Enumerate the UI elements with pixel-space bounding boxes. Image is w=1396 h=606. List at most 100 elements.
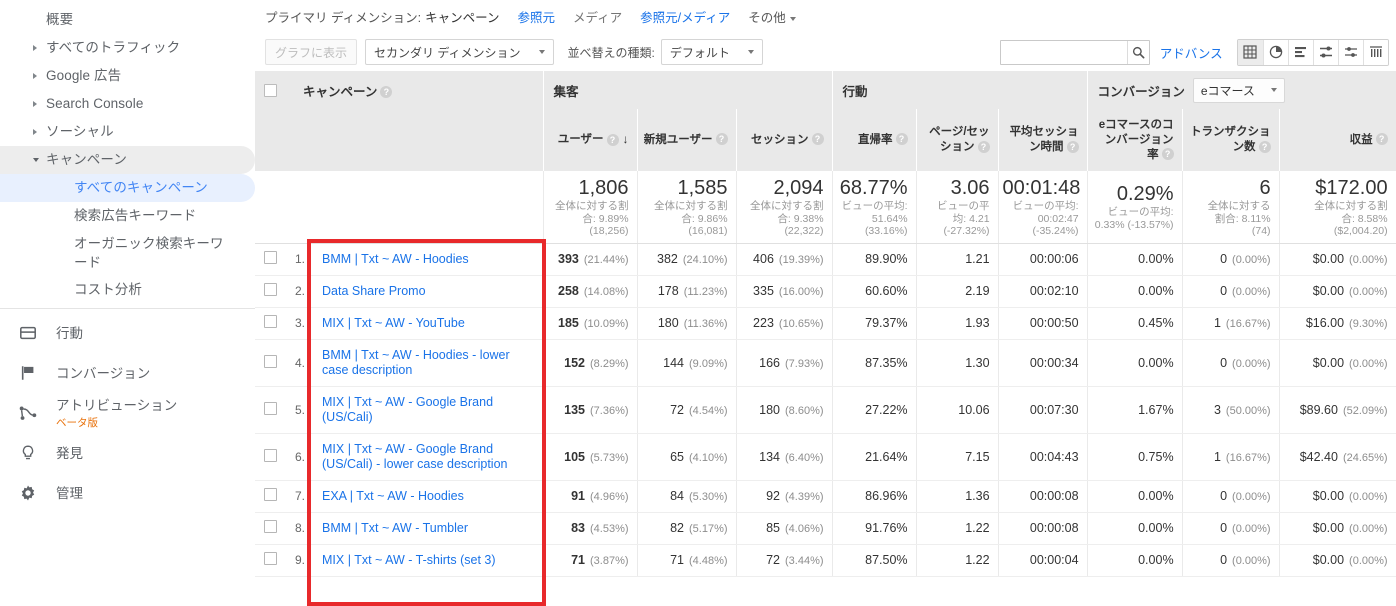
sidebar-item-4[interactable]: ソーシャル — [0, 118, 255, 146]
help-icon[interactable]: ? — [1258, 140, 1271, 153]
table-row[interactable]: 3. MIX | Txt ~ AW - YouTube 185 (10.09%) 180… — [255, 307, 1396, 340]
campaign-link[interactable]: Data Share Promo — [322, 284, 426, 298]
cell-avg-session-duration: 00:00:50 — [998, 307, 1088, 340]
column-header-transactions[interactable]: トランザクション数? — [1182, 109, 1280, 171]
column-header-sessions[interactable]: セッション? — [736, 109, 833, 171]
row-checkbox-cell[interactable] — [255, 339, 285, 387]
search-button[interactable] — [1127, 40, 1149, 64]
help-icon[interactable]: ? — [606, 133, 619, 146]
row-checkbox-cell[interactable] — [255, 307, 285, 340]
secondary-dimension-button[interactable]: セカンダリ ディメンション — [365, 39, 554, 65]
sidebar-section-1[interactable]: コンバージョン — [0, 353, 255, 393]
sidebar-item-5[interactable]: キャンペーン — [0, 146, 255, 174]
dimension-link-source[interactable]: 参照元 — [517, 7, 555, 26]
select-all-checkbox[interactable] — [263, 83, 277, 97]
help-icon[interactable]: ? — [1375, 133, 1388, 146]
sidebar-section-0[interactable]: 行動 — [0, 313, 255, 353]
row-checkbox[interactable] — [263, 552, 277, 565]
column-header-new-users[interactable]: 新規ユーザー? — [637, 109, 737, 171]
row-checkbox[interactable] — [263, 354, 277, 368]
sidebar-section-3[interactable]: 発見 — [0, 433, 255, 473]
pivot-icon[interactable] — [1337, 39, 1363, 65]
campaign-name-cell[interactable]: MIX | Txt ~ AW - T-shirts (set 3) — [310, 544, 544, 577]
help-icon[interactable]: ? — [1161, 148, 1174, 161]
row-checkbox[interactable] — [263, 448, 277, 462]
dimension-link-source-medium[interactable]: 参照元/メディア — [640, 7, 730, 26]
column-header-ecommerce-conversion-rate[interactable]: eコマースのコンバージョン率? — [1087, 109, 1183, 171]
campaign-link[interactable]: EXA | Txt ~ AW - Hoodies — [322, 489, 464, 503]
sidebar-item-3[interactable]: Search Console — [0, 90, 255, 118]
sidebar-item-9[interactable]: コスト分析 — [0, 276, 255, 304]
table-row[interactable]: 2. Data Share Promo 258 (14.08%) 178 (11.23%)… — [255, 275, 1396, 308]
campaign-link[interactable]: MIX | Txt ~ AW - Google Brand (US/Cali) … — [322, 442, 507, 471]
dimension-link-other[interactable]: その他 — [748, 7, 796, 26]
table-row[interactable]: 4. BMM | Txt ~ AW - Hoodies - lower case … — [255, 339, 1396, 387]
help-icon[interactable]: ? — [1066, 140, 1079, 153]
column-header-revenue[interactable]: 収益? — [1279, 109, 1396, 171]
row-checkbox[interactable] — [263, 488, 277, 501]
comparison-icon[interactable] — [1312, 39, 1338, 65]
sidebar-item-8[interactable]: オーガニック検索キーワード — [0, 230, 255, 276]
column-header-pages-per-session[interactable]: ページ/セッション? — [916, 109, 999, 171]
row-checkbox[interactable] — [263, 283, 277, 296]
sidebar-section-2[interactable]: アトリビューション ベータ版 — [0, 393, 255, 433]
table-row[interactable]: 6. MIX | Txt ~ AW - Google Brand (US/Cali… — [255, 433, 1396, 481]
sidebar-item-0[interactable]: 概要 — [0, 6, 255, 34]
pie-chart-icon[interactable] — [1262, 39, 1288, 65]
campaign-name-cell[interactable]: MIX | Txt ~ AW - Google Brand (US/Cali) — [310, 386, 544, 434]
sort-type-select[interactable]: デフォルト — [660, 39, 763, 65]
plot-rows-button[interactable]: グラフに表示 — [265, 39, 358, 65]
row-checkbox-cell[interactable] — [255, 275, 285, 308]
sidebar-item-2[interactable]: Google 広告 — [0, 62, 255, 90]
row-checkbox-cell[interactable] — [255, 433, 285, 481]
help-icon[interactable]: ? — [811, 133, 824, 146]
campaign-name-cell[interactable]: BMM | Txt ~ AW - Tumbler — [310, 512, 544, 545]
campaign-name-cell[interactable]: EXA | Txt ~ AW - Hoodies — [310, 480, 544, 513]
row-checkbox[interactable] — [263, 520, 277, 533]
sidebar-item-1[interactable]: すべてのトラフィック — [0, 34, 255, 62]
conversion-type-select[interactable]: eコマース — [1192, 77, 1285, 103]
campaign-link[interactable]: BMM | Txt ~ AW - Tumbler — [322, 521, 468, 535]
column-header-users[interactable]: ユーザー? ↓ — [543, 109, 638, 171]
row-checkbox-cell[interactable] — [255, 386, 285, 434]
table-row[interactable]: 7. EXA | Txt ~ AW - Hoodies 91 (4.96%) 84 (5.… — [255, 480, 1396, 513]
campaign-name-cell[interactable]: BMM | Txt ~ AW - Hoodies — [310, 243, 544, 276]
row-checkbox-cell[interactable] — [255, 544, 285, 577]
help-icon[interactable]: ? — [895, 133, 908, 146]
campaign-link[interactable]: MIX | Txt ~ AW - Google Brand (US/Cali) — [322, 395, 493, 424]
row-checkbox-cell[interactable] — [255, 512, 285, 545]
campaign-link[interactable]: MIX | Txt ~ AW - T-shirts (set 3) — [322, 553, 496, 567]
row-checkbox-cell[interactable] — [255, 480, 285, 513]
campaign-link[interactable]: MIX | Txt ~ AW - YouTube — [322, 316, 465, 330]
table-view-icon[interactable] — [1237, 39, 1263, 65]
sidebar-item-7[interactable]: 検索広告キーワード — [0, 202, 255, 230]
row-checkbox[interactable] — [263, 315, 277, 328]
sidebar-item-6[interactable]: すべてのキャンペーン — [0, 174, 255, 202]
campaign-name-cell[interactable]: MIX | Txt ~ AW - Google Brand (US/Cali) … — [310, 433, 544, 481]
table-row[interactable]: 1. BMM | Txt ~ AW - Hoodies 393 (21.44%) 382… — [255, 243, 1396, 276]
search-box[interactable] — [999, 39, 1150, 65]
table-row[interactable]: 5. MIX | Txt ~ AW - Google Brand (US/Cali… — [255, 386, 1396, 434]
campaign-name-cell[interactable]: BMM | Txt ~ AW - Hoodies - lower case de… — [310, 339, 544, 387]
table-row[interactable]: 9. MIX | Txt ~ AW - T-shirts (set 3) 71 (3.… — [255, 544, 1396, 577]
help-icon[interactable]: ? — [715, 133, 728, 146]
row-checkbox[interactable] — [263, 401, 277, 415]
advanced-link[interactable]: アドバンス — [1160, 43, 1223, 62]
bar-chart-icon[interactable] — [1287, 39, 1313, 65]
column-header-bounce-rate[interactable]: 直帰率? — [832, 109, 917, 171]
performance-icon[interactable] — [1362, 39, 1388, 65]
sidebar-section-4[interactable]: 管理 — [0, 473, 255, 513]
campaign-link[interactable]: BMM | Txt ~ AW - Hoodies - lower case de… — [322, 348, 510, 377]
table-row[interactable]: 8. BMM | Txt ~ AW - Tumbler 83 (4.53%) 82 (5.… — [255, 512, 1396, 545]
row-checkbox[interactable] — [263, 251, 277, 264]
dimension-link-medium[interactable]: メディア — [573, 7, 622, 26]
search-input[interactable] — [1000, 40, 1128, 64]
campaign-link[interactable]: BMM | Txt ~ AW - Hoodies — [322, 252, 469, 266]
campaign-name-cell[interactable]: Data Share Promo — [310, 275, 544, 308]
help-icon[interactable]: ? — [380, 86, 393, 99]
column-header-avg-session-duration[interactable]: 平均セッション時間? — [998, 109, 1088, 171]
cell-avg-session-duration: 00:00:06 — [998, 243, 1088, 276]
help-icon[interactable]: ? — [977, 140, 990, 153]
row-checkbox-cell[interactable] — [255, 243, 285, 276]
campaign-name-cell[interactable]: MIX | Txt ~ AW - YouTube — [310, 307, 544, 340]
